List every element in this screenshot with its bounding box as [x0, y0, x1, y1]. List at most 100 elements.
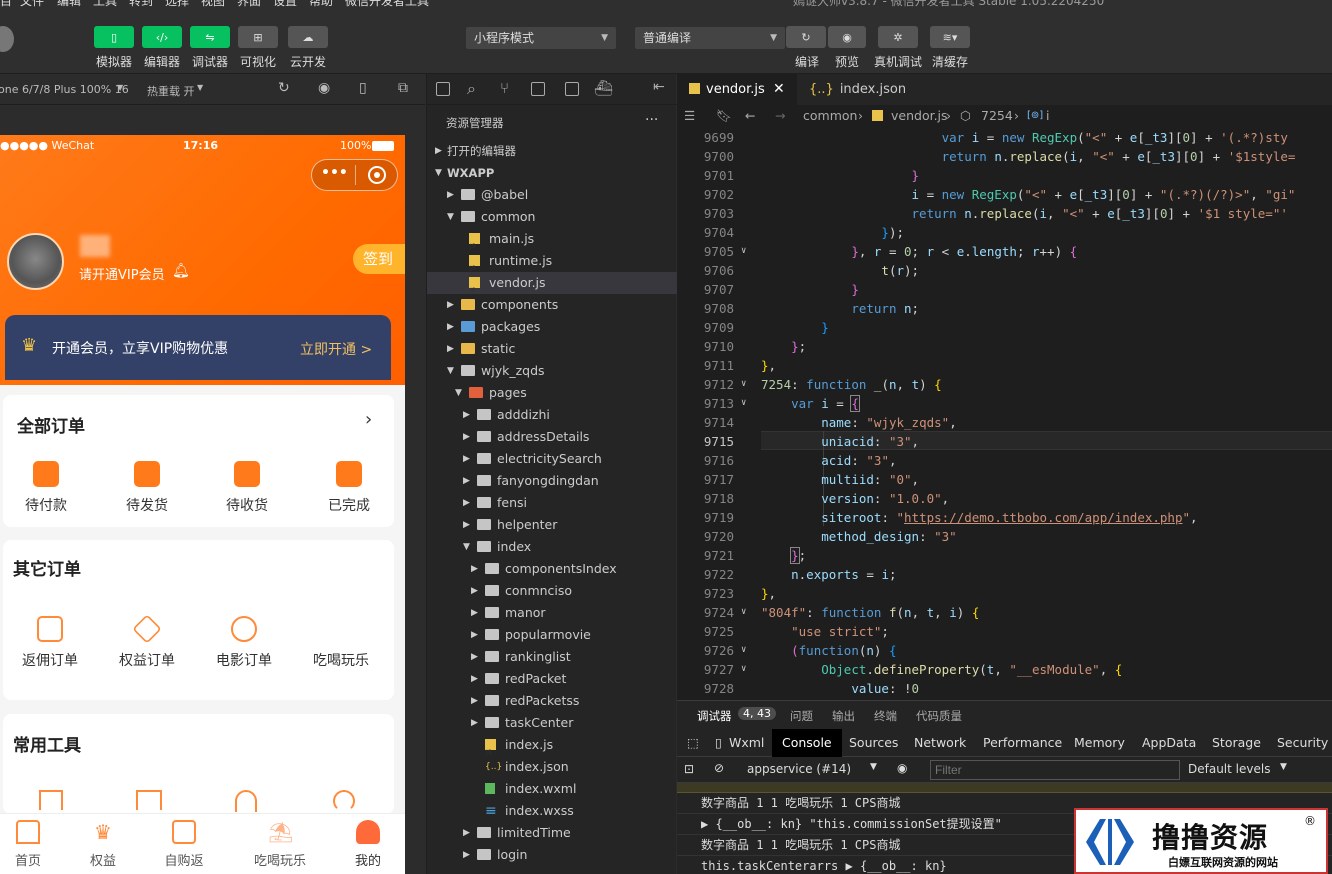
chevron-right-icon[interactable]: ▶: [463, 404, 470, 426]
tab-terminal[interactable]: 终端: [874, 708, 897, 724]
chevron-right-icon[interactable]: ▶: [463, 492, 470, 514]
chevron-right-icon[interactable]: ▶: [447, 338, 454, 360]
user-avatar[interactable]: [0, 26, 14, 52]
chart-icon[interactable]: [136, 790, 162, 810]
tree-item[interactable]: vendor.js: [427, 272, 677, 302]
tree-item[interactable]: ▶ components: [427, 294, 677, 316]
tree-item[interactable]: {..} index.json: [427, 756, 677, 778]
tree-item[interactable]: ▶ rankinglist: [427, 646, 677, 668]
chevron-right-icon[interactable]: ▶: [471, 712, 478, 734]
chevron-right-icon[interactable]: ▶: [471, 580, 478, 602]
hot-reload-toggle[interactable]: 热重载 开: [147, 83, 195, 99]
tab-console[interactable]: Console: [772, 729, 842, 757]
tab-network[interactable]: Network: [914, 729, 966, 757]
chevron-right-icon[interactable]: ▶: [447, 294, 454, 316]
menu-item-view[interactable]: 视图: [201, 0, 225, 8]
tree-item[interactable]: runtime.js: [427, 250, 677, 280]
popout-icon[interactable]: ⧉: [398, 80, 408, 96]
tree-item[interactable]: ▶ @babel: [427, 184, 677, 206]
phone-icon[interactable]: ▯: [359, 80, 367, 96]
tree-item[interactable]: index.wxml: [427, 778, 677, 800]
tree-item[interactable]: ▶ addressDetails: [427, 426, 677, 448]
mobile-icon[interactable]: ▯: [715, 729, 722, 757]
fold-chevron-icon[interactable]: ∨: [741, 242, 746, 261]
docker-icon[interactable]: ⛴: [594, 79, 613, 97]
calendar-icon[interactable]: [39, 790, 63, 810]
device-select[interactable]: one 6/7/8 Plus 100% 16: [0, 83, 129, 96]
chevron-right-icon[interactable]: ›: [365, 409, 372, 430]
close-icon[interactable]: ✕: [773, 74, 785, 105]
signin-button[interactable]: 签到: [353, 244, 405, 274]
tab-benefits[interactable]: ♛ 权益: [73, 820, 133, 869]
tab-performance[interactable]: Performance: [983, 729, 1062, 757]
benefit-orders[interactable]: 权益订单: [117, 614, 177, 670]
remote-debug-button[interactable]: ✲: [878, 26, 918, 48]
menu-item[interactable]: 目: [0, 0, 12, 8]
tab-wxml[interactable]: Wxml: [729, 729, 764, 757]
workspace-root[interactable]: ▼ WXAPP: [427, 162, 677, 184]
rebate-orders[interactable]: 返佣订单: [20, 616, 80, 670]
chevron-right-icon[interactable]: ▶: [463, 844, 470, 866]
menu-item-edit[interactable]: 编辑: [57, 0, 81, 8]
filter-input[interactable]: [930, 760, 1180, 780]
menu-item-help[interactable]: 帮助: [309, 0, 333, 8]
chevron-right-icon[interactable]: ▶: [463, 514, 470, 536]
stop-icon[interactable]: ◉: [318, 80, 330, 96]
tree-item[interactable]: ▶ adddizhi: [427, 404, 677, 426]
tab-self-rebate[interactable]: 自购返: [154, 820, 214, 869]
tab-debugger[interactable]: 调试器: [697, 708, 732, 724]
tree-item[interactable]: ▶ redPacket: [427, 668, 677, 690]
cloud-dev-button[interactable]: ☁: [288, 26, 328, 48]
order-completed[interactable]: 已完成: [319, 461, 379, 515]
tree-item[interactable]: ▶ limitedTime: [427, 822, 677, 844]
list-icon[interactable]: ☰: [684, 105, 695, 127]
editor-toggle-button[interactable]: ‹/›: [142, 26, 182, 48]
chevron-right-icon[interactable]: ▶: [463, 448, 470, 470]
bell-icon[interactable]: 🔔︎: [172, 263, 190, 279]
tree-item[interactable]: ▼ pages: [427, 382, 677, 404]
menu-item-file[interactable]: 文件: [20, 0, 44, 8]
bookmark-icon[interactable]: 🔖︎: [716, 105, 732, 127]
tab-storage[interactable]: Storage: [1212, 729, 1261, 757]
chevron-right-icon[interactable]: ▶: [471, 624, 478, 646]
avatar[interactable]: [7, 233, 64, 290]
tree-item[interactable]: ≡ index.wxss: [427, 800, 677, 822]
fold-chevron-icon[interactable]: ∨: [741, 394, 746, 413]
visual-toggle-button[interactable]: ⊞: [238, 26, 278, 48]
movie-orders[interactable]: 电影订单: [214, 616, 274, 670]
clear-cache-button[interactable]: ≋▾: [930, 26, 970, 48]
fold-chevron-icon[interactable]: ∨: [741, 375, 746, 394]
tree-item[interactable]: ▶ taskCenter: [427, 712, 677, 734]
tree-item[interactable]: ▼ index: [427, 536, 677, 558]
sidebar-toggle-icon[interactable]: ⊡: [684, 762, 694, 776]
vip-card[interactable]: ♛ 开通会员，立享VIP购物优惠 立即开通 >: [5, 315, 391, 380]
tab-index-json[interactable]: {..} index.json: [797, 74, 906, 105]
user-icon[interactable]: [235, 790, 257, 812]
chevron-right-icon[interactable]: ▶: [471, 668, 478, 690]
chevron-down-icon[interactable]: ▼: [455, 382, 462, 404]
tree-item[interactable]: main.js: [427, 228, 677, 258]
inspect-icon[interactable]: ⬚: [687, 729, 699, 757]
chevron-right-icon[interactable]: ▶: [447, 316, 454, 338]
tab-security[interactable]: Security: [1277, 729, 1328, 757]
tree-item[interactable]: ▶ login: [427, 844, 677, 866]
eye-icon[interactable]: ◉: [897, 761, 907, 775]
fold-chevron-icon[interactable]: ∨: [741, 660, 746, 679]
compile-select[interactable]: 普通编译 ▼: [635, 27, 785, 49]
source-control-icon[interactable]: ⑂: [500, 79, 509, 97]
breadcrumb-item[interactable]: i: [1046, 105, 1049, 127]
log-level-select[interactable]: Default levels: [1188, 762, 1270, 776]
tab-food-fun[interactable]: ⛱ 吃喝玩乐: [249, 820, 311, 869]
chevron-right-icon[interactable]: ▶: [463, 426, 470, 448]
context-select[interactable]: appservice (#14): [747, 762, 851, 776]
vip-open-link[interactable]: 立即开通 >: [300, 339, 372, 359]
forward-icon[interactable]: →: [775, 105, 785, 127]
preview-button[interactable]: ◉: [828, 26, 866, 48]
code-area[interactable]: 9699 var i = new RegExp("<" + e[_t3][0] …: [677, 127, 1332, 700]
tab-home[interactable]: 首页: [0, 820, 58, 869]
tab-mine[interactable]: 我的: [338, 820, 398, 869]
extensions-icon[interactable]: [531, 82, 545, 96]
order-pending-ship[interactable]: 待发货: [117, 461, 177, 515]
tree-item[interactable]: ▶ redPacketss: [427, 690, 677, 712]
fold-chevron-icon[interactable]: ∨: [741, 641, 746, 660]
